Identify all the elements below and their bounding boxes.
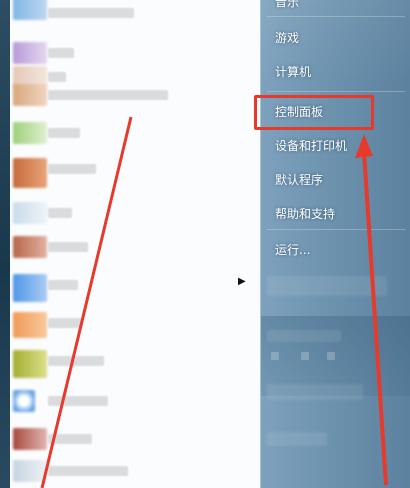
annotation-arrows (40, 116, 388, 488)
annotation-line (40, 116, 133, 488)
annotation-arrowhead (355, 134, 373, 158)
annotation-arrow-line (362, 151, 388, 486)
